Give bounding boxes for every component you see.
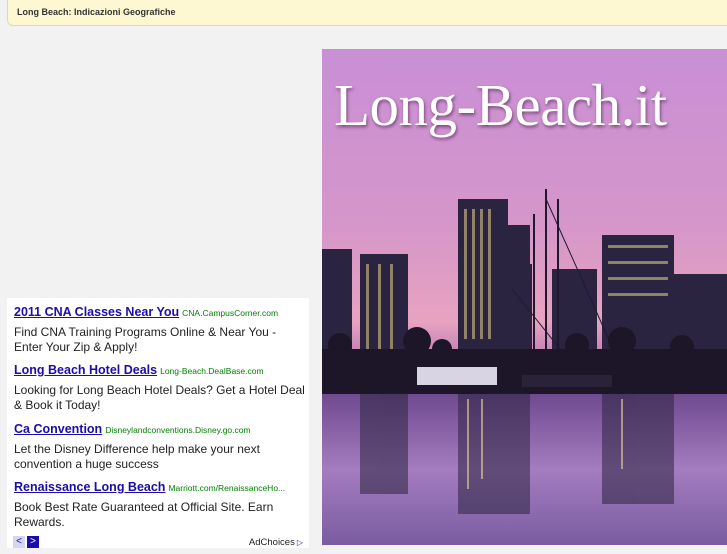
adchoices-label: AdChoices <box>248 537 295 548</box>
ad-item: Long Beach Hotel Deals Long-Beach.DealBas… <box>14 362 306 413</box>
site-title: Long-Beach.it <box>334 72 667 138</box>
adchoices-icon: ▷ <box>296 538 303 547</box>
ad-url[interactable]: CNA.CampusCorner.com <box>182 308 278 318</box>
adchoices-link[interactable]: AdChoices ▷ <box>249 537 303 548</box>
hero-banner: Long-Beach.it <box>322 49 727 545</box>
ad-description: Find CNA Training Programs Online & Near… <box>14 325 277 354</box>
ad-item: 2011 CNA Classes Near You CNA.CampusCorne… <box>14 304 306 355</box>
ad-description: Book Best Rate Guaranteed at Official Si… <box>14 500 274 529</box>
ad-url[interactable]: Marriott.com/RenaissanceHo... <box>168 483 285 493</box>
ad-title-link[interactable]: Renaissance Long Beach <box>14 480 165 494</box>
chevron-left-icon[interactable]: < <box>13 536 25 548</box>
header-bar: Long Beach: Indicazioni Geografiche <box>7 0 727 26</box>
ad-url[interactable]: Long-Beach.DealBase.com <box>160 366 263 376</box>
ad-description: Looking for Long Beach Hotel Deals? Get … <box>14 383 305 412</box>
ad-pagination: < > <box>13 536 41 548</box>
ad-title-link[interactable]: 2011 CNA Classes Near You <box>14 305 179 319</box>
breadcrumb: Long Beach: Indicazioni Geografiche <box>17 7 176 17</box>
ad-item: Renaissance Long Beach Marriott.com/Renai… <box>14 479 306 530</box>
ad-url[interactable]: Disneylandconventions.Disney.go.com <box>105 425 250 435</box>
ad-description: Let the Disney Difference help make your… <box>14 442 260 471</box>
chevron-right-icon[interactable]: > <box>27 536 39 548</box>
ad-title-link[interactable]: Long Beach Hotel Deals <box>14 363 157 377</box>
ad-block: 2011 CNA Classes Near You CNA.CampusCorne… <box>7 298 309 548</box>
ad-item: Ca Convention Disneylandconventions.Disne… <box>14 421 306 472</box>
ad-title-link[interactable]: Ca Convention <box>14 422 102 436</box>
